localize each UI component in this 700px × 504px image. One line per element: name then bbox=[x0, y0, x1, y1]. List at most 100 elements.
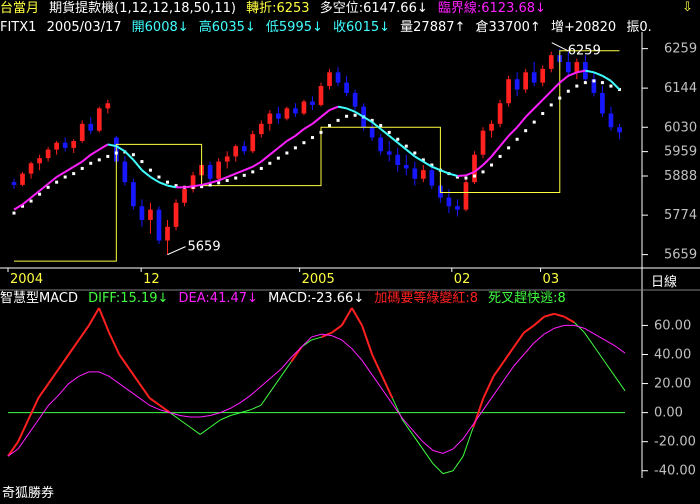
trail-dot bbox=[473, 174, 476, 178]
trail-dot bbox=[566, 89, 570, 93]
candle-body bbox=[207, 165, 213, 179]
candle-body bbox=[412, 168, 418, 179]
trail-dot bbox=[234, 176, 238, 180]
trail-dot bbox=[276, 156, 280, 160]
candle-body bbox=[386, 151, 392, 155]
trail-dot bbox=[106, 154, 110, 158]
moving-average-segment bbox=[192, 183, 202, 188]
candle-body bbox=[241, 146, 247, 152]
macd-diff-segment bbox=[331, 324, 343, 334]
macd-diff-segment bbox=[502, 346, 515, 363]
moving-average-segment bbox=[184, 185, 194, 189]
macd-diff-segment bbox=[67, 339, 80, 356]
moving-average-segment bbox=[81, 153, 92, 163]
trail-dot bbox=[97, 158, 101, 162]
price-tick-label: 6144 bbox=[664, 81, 697, 96]
trail-dot bbox=[464, 176, 468, 180]
candle-body bbox=[182, 189, 187, 203]
trail-dot bbox=[225, 178, 229, 182]
macd-diff-segment bbox=[402, 419, 414, 435]
moving-average-segment bbox=[235, 169, 245, 175]
macd-diff-segment bbox=[432, 463, 444, 474]
date: 2005/03/17 bbox=[46, 20, 122, 35]
candle-body bbox=[378, 137, 384, 152]
candle-body bbox=[318, 86, 324, 105]
trail-dot bbox=[38, 192, 42, 196]
critical-line-value: 臨界線:6123.68↓ bbox=[437, 1, 546, 16]
trail-dot bbox=[541, 112, 545, 116]
trail-dot bbox=[524, 129, 528, 133]
trail-dot bbox=[29, 199, 33, 203]
macd-diff-segment bbox=[381, 375, 394, 399]
price-tick-label: 5774 bbox=[664, 208, 697, 223]
close-value: 收6015↓ bbox=[333, 20, 391, 35]
trail-dot bbox=[12, 211, 16, 215]
macd-diff-segment bbox=[442, 470, 454, 475]
macd-diff-segment bbox=[361, 325, 374, 355]
candle-body bbox=[96, 108, 102, 131]
candle-body bbox=[122, 161, 128, 183]
macd-diff-segment bbox=[594, 346, 606, 363]
candle-body bbox=[165, 226, 170, 241]
amplitude-value: 振0. bbox=[626, 20, 652, 35]
macd-diff-segment bbox=[311, 336, 322, 341]
symbol: FITX1 bbox=[0, 20, 37, 35]
trail-dot bbox=[549, 103, 553, 107]
moving-average-segment bbox=[243, 165, 254, 172]
candle-body bbox=[574, 62, 580, 73]
chart-canvas[interactable]: 6259 6144 6030 5959 5888 5774 5659 2004 12 2005 02… bbox=[0, 0, 700, 504]
trail-dot bbox=[148, 168, 152, 172]
macd-tick-label: 0.00 bbox=[654, 406, 683, 421]
moving-average-segment bbox=[269, 147, 279, 156]
macd-dea: DEA:41.47↓ bbox=[178, 291, 258, 306]
candle-body bbox=[267, 113, 273, 124]
period-label[interactable]: 日線 bbox=[651, 271, 677, 290]
trail-dot bbox=[379, 124, 383, 128]
candle-body bbox=[71, 140, 77, 148]
macd-dea-line bbox=[7, 324, 626, 457]
moving-average-segment bbox=[550, 81, 561, 92]
volume-value: 量27887↑ bbox=[400, 20, 466, 35]
macd-macd: MACD:-23.66↓ bbox=[268, 291, 365, 306]
macd-diff-segment bbox=[614, 376, 626, 392]
indicator-name: 期貨提款機(1,12,12,18,50,11) bbox=[49, 1, 236, 16]
moving-average-segment bbox=[524, 107, 535, 118]
moving-average-segment bbox=[516, 116, 527, 128]
macd-diff-segment bbox=[128, 368, 141, 385]
trail-dot bbox=[157, 175, 161, 179]
candle-body bbox=[301, 101, 307, 114]
candle-body bbox=[429, 170, 435, 186]
moving-average-segment bbox=[252, 160, 262, 168]
candle-body bbox=[506, 79, 511, 104]
candle-body bbox=[54, 142, 59, 150]
candle-body bbox=[335, 72, 341, 83]
high-annotation: 6259 bbox=[568, 44, 601, 59]
moving-average-segment bbox=[226, 172, 237, 178]
trail-dot bbox=[353, 113, 357, 117]
candle-body bbox=[617, 127, 622, 133]
macd-signal-add: 加碼要等綠變紅:8 bbox=[374, 291, 479, 306]
moving-average-segment bbox=[90, 148, 100, 156]
candle-body bbox=[293, 108, 298, 114]
macd-diff-segment bbox=[482, 375, 495, 399]
macd-tick-label: 60.00 bbox=[654, 318, 691, 333]
trail-dot bbox=[114, 151, 118, 155]
trail-dot bbox=[166, 180, 169, 184]
candle-body bbox=[79, 123, 85, 141]
macd-diff-segment bbox=[77, 324, 90, 341]
macd-diff-segment bbox=[88, 307, 100, 326]
candle-body bbox=[420, 170, 426, 179]
turn-value: 轉折:6253 bbox=[246, 1, 310, 16]
down-arrow-icon[interactable]: ⇩ bbox=[682, 0, 693, 15]
trail-dot bbox=[490, 163, 494, 167]
macd-diff-segment bbox=[118, 353, 131, 370]
candle-body bbox=[540, 68, 546, 83]
title-bar: 台當月 期貨提款機(1,12,12,18,50,11) 轉折:6253 多空位:… bbox=[0, 1, 552, 16]
candle-body bbox=[250, 134, 256, 152]
trail-dot bbox=[80, 166, 84, 170]
trail-dot bbox=[310, 136, 314, 140]
candle-body bbox=[62, 142, 68, 148]
trail-dot bbox=[89, 161, 93, 165]
candle-body bbox=[446, 197, 452, 207]
trail-dot bbox=[413, 151, 417, 155]
